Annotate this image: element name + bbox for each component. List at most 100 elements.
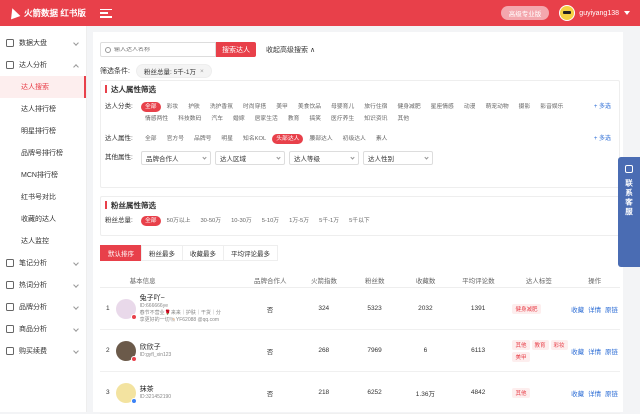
close-icon[interactable]: × — [200, 68, 204, 75]
detail-link[interactable]: 详情 — [588, 346, 601, 356]
category-option[interactable]: 旅行住宿 — [360, 101, 391, 113]
category-option[interactable]: 教育 — [284, 113, 304, 125]
category-option[interactable]: 知识资讯 — [360, 113, 391, 125]
sidebar-item-dashboard[interactable]: 数据大盘 — [0, 32, 86, 54]
category-option[interactable]: 情感两性 — [141, 113, 172, 125]
attr-option[interactable]: 品牌号 — [190, 133, 215, 145]
category-option[interactable]: 科技数码 — [174, 113, 205, 125]
sidebar-item-mcn-rank[interactable]: MCN排行榜 — [0, 164, 86, 186]
category-option[interactable]: 全部 — [141, 102, 161, 112]
favorite-link[interactable]: 收藏 — [571, 388, 584, 398]
favorite-link[interactable]: 收藏 — [571, 304, 584, 314]
attr-option[interactable]: 初级达人 — [339, 133, 370, 145]
sidebar-item-notes[interactable]: 笔记分析 — [0, 252, 86, 274]
multi-select-button[interactable]: + 多选 — [594, 101, 611, 113]
category-option[interactable]: 母婴育儿 — [327, 101, 358, 113]
favorite-link[interactable]: 收藏 — [571, 346, 584, 356]
tab-sort-2[interactable]: 收藏最多 — [182, 245, 224, 261]
advanced-search-toggle[interactable]: 收起高级搜索 ∧ — [266, 45, 315, 55]
search-input[interactable] — [114, 46, 210, 53]
influencer-name[interactable]: 兔子吖~ — [140, 293, 221, 303]
logo[interactable]: 火箭数据 红书版 — [8, 7, 96, 19]
category-option[interactable]: 护肤 — [184, 101, 204, 113]
category-option[interactable]: 星座情感 — [427, 101, 458, 113]
category-option[interactable]: 动漫 — [460, 101, 480, 113]
attr-option[interactable]: 明星 — [217, 133, 237, 145]
category-option[interactable]: 美甲 — [272, 101, 292, 113]
sidebar-item-influencer-search[interactable]: 达人搜索 — [0, 76, 86, 98]
customer-service-button[interactable]: 联系客服 — [618, 157, 640, 267]
influencer-tag[interactable]: 教育 — [531, 339, 549, 350]
category-option[interactable]: 居家生活 — [251, 113, 282, 125]
sidebar-item-purchase[interactable]: 购买续费 — [0, 340, 86, 362]
influencer-name[interactable]: 抹茶 — [140, 384, 171, 394]
tab-sort-0[interactable]: 默认排序 — [100, 245, 142, 261]
influencer-name[interactable]: 欣欣子 — [140, 342, 172, 352]
influencer-tag[interactable]: 其他 — [512, 387, 530, 398]
category-option[interactable]: 医疗养生 — [327, 113, 358, 125]
category-option[interactable]: 汽车 — [207, 113, 227, 125]
sidebar-item-brand-rank[interactable]: 品牌号排行榜 — [0, 142, 86, 164]
username[interactable]: guyiyang138 — [579, 10, 619, 17]
vip-badge-button[interactable]: 高级专业版 — [500, 6, 550, 20]
category-option[interactable]: 健身减肥 — [393, 101, 424, 113]
fans-option[interactable]: 5千以下 — [345, 215, 374, 227]
attr-option[interactable]: 全部 — [141, 133, 161, 145]
category-option[interactable]: 影音娱乐 — [536, 101, 567, 113]
source-link[interactable]: 原链 — [605, 304, 618, 314]
attr-option[interactable]: 头部达人 — [272, 134, 304, 144]
attr-option[interactable]: 知名KOL — [239, 133, 270, 145]
category-option[interactable]: 其他 — [393, 113, 413, 125]
category-option[interactable]: 洗护香氛 — [206, 101, 237, 113]
select-region[interactable]: 达人区域 — [215, 151, 285, 165]
fans-option[interactable]: 5-10万 — [258, 215, 283, 227]
condition-tag[interactable]: 粉丝总量: 5千-1万 × — [135, 64, 212, 78]
chevron-down-icon[interactable] — [624, 11, 630, 15]
influencer-tag[interactable]: 其他 — [512, 339, 530, 350]
tab-sort-1[interactable]: 粉丝最多 — [141, 245, 183, 261]
sidebar-item-favorites[interactable]: 收藏的达人 — [0, 208, 86, 230]
sidebar-item-monitor[interactable]: 达人监控 — [0, 230, 86, 252]
avatar[interactable] — [115, 382, 137, 404]
multi-select-button[interactable]: + 多选 — [594, 133, 611, 145]
menu-toggle-icon[interactable] — [100, 8, 112, 18]
source-link[interactable]: 原链 — [605, 388, 618, 398]
source-link[interactable]: 原链 — [605, 346, 618, 356]
sidebar-item-compare[interactable]: 红书号对比 — [0, 186, 86, 208]
select-brand-partner[interactable]: 品牌合作人 — [141, 151, 211, 165]
influencer-tag[interactable]: 健身减肥 — [512, 303, 541, 314]
sidebar-item-influencer-rank[interactable]: 达人排行榜 — [0, 98, 86, 120]
search-button[interactable]: 搜索达人 — [216, 42, 256, 57]
attr-option[interactable]: 官方号 — [163, 133, 188, 145]
sidebar-item-celebrity-rank[interactable]: 明星排行榜 — [0, 120, 86, 142]
sidebar-item-brand[interactable]: 品牌分析 — [0, 296, 86, 318]
fans-option[interactable]: 5千-1万 — [315, 215, 343, 227]
avatar[interactable] — [115, 340, 137, 362]
fans-option[interactable]: 全部 — [141, 216, 161, 226]
detail-link[interactable]: 详情 — [588, 388, 601, 398]
user-avatar[interactable] — [559, 5, 576, 21]
fans-option[interactable]: 1万-5万 — [285, 215, 313, 227]
detail-link[interactable]: 详情 — [588, 304, 601, 314]
avatar[interactable] — [115, 298, 137, 320]
fans-option[interactable]: 30-50万 — [196, 215, 225, 227]
fans-option[interactable]: 50万以上 — [163, 215, 195, 227]
attr-option[interactable]: 素人 — [372, 133, 392, 145]
select-gender[interactable]: 达人性别 — [363, 151, 433, 165]
category-option[interactable]: 搞笑 — [305, 113, 325, 125]
influencer-tag[interactable]: 彩妆 — [550, 339, 568, 350]
fans-option[interactable]: 10-30万 — [227, 215, 256, 227]
category-option[interactable]: 彩妆 — [163, 101, 183, 113]
category-option[interactable]: 萌宠动物 — [481, 101, 512, 113]
select-level[interactable]: 达人等级 — [289, 151, 359, 165]
sidebar-item-influencer-analysis[interactable]: 达人分析 — [0, 54, 86, 76]
attr-option[interactable]: 腰部达人 — [305, 133, 336, 145]
sidebar-item-goods[interactable]: 商品分析 — [0, 318, 86, 340]
category-option[interactable]: 摄影 — [515, 101, 535, 113]
sidebar-item-hotwords[interactable]: 热词分析 — [0, 274, 86, 296]
influencer-tag[interactable]: 美甲 — [512, 351, 530, 362]
tab-sort-3[interactable]: 平均评论最多 — [223, 245, 278, 261]
category-option[interactable]: 美食饮品 — [294, 101, 325, 113]
category-option[interactable]: 婚嫁 — [229, 113, 249, 125]
category-option[interactable]: 时尚穿搭 — [239, 101, 270, 113]
